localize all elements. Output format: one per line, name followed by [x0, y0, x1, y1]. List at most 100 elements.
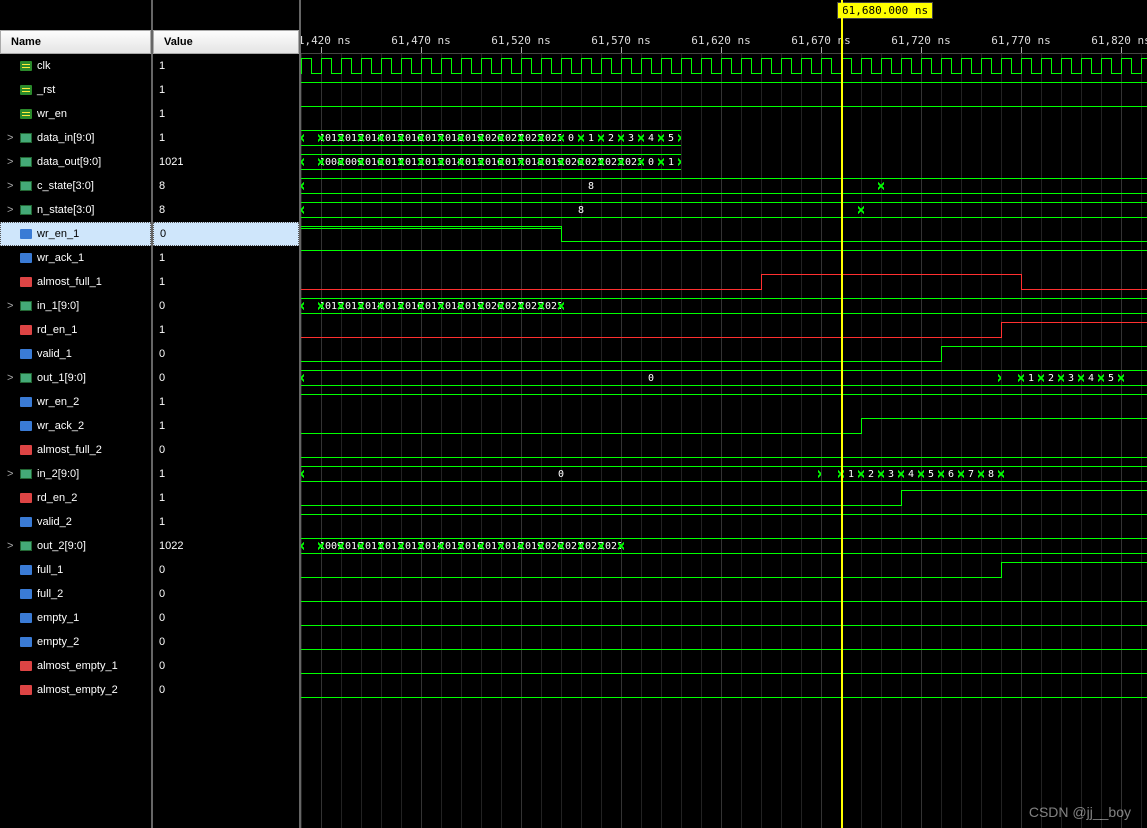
signal-value[interactable]: 0	[153, 222, 299, 246]
signal-name-row[interactable]: wr_en_1	[0, 222, 151, 246]
signal-value[interactable]: 1	[153, 54, 299, 78]
signal-name-row[interactable]: >c_state[3:0]	[0, 174, 151, 198]
signal-value[interactable]: 0	[153, 558, 299, 582]
wave-row[interactable]	[301, 678, 1147, 702]
cursor-line[interactable]	[841, 0, 843, 828]
tick-label: 61,820 ns	[1091, 34, 1147, 47]
signal-value[interactable]: 0	[153, 582, 299, 606]
wave-row[interactable]	[301, 78, 1147, 102]
signal-value[interactable]: 1	[153, 126, 299, 150]
signal-name-row[interactable]: >data_in[9:0]	[0, 126, 151, 150]
signal-name-row[interactable]: almost_empty_1	[0, 654, 151, 678]
time-ruler[interactable]: 61,420 ns61,470 ns61,520 ns61,570 ns61,6…	[301, 30, 1147, 54]
wave-row[interactable]	[301, 102, 1147, 126]
wave-row[interactable]: 1009101010111012101310141015101610171018…	[301, 534, 1147, 558]
signal-value[interactable]: 1	[153, 486, 299, 510]
cursor-label[interactable]: 61,680.000 ns	[837, 2, 933, 19]
signal-value[interactable]: 0	[153, 366, 299, 390]
signal-value[interactable]: 8	[153, 174, 299, 198]
signal-name-row[interactable]: >in_2[9:0]	[0, 462, 151, 486]
signal-name-row[interactable]: valid_1	[0, 342, 151, 366]
signal-name-row[interactable]: almost_empty_2	[0, 678, 151, 702]
wave-row[interactable]	[301, 582, 1147, 606]
wave-header: 61,420 ns61,470 ns61,520 ns61,570 ns61,6…	[301, 0, 1147, 54]
signal-name-row[interactable]: empty_1	[0, 606, 151, 630]
signal-value[interactable]: 0	[153, 606, 299, 630]
signal-name-row[interactable]: >out_1[9:0]	[0, 366, 151, 390]
expand-toggle[interactable]: >	[7, 300, 17, 312]
value-header[interactable]: Value	[153, 30, 299, 54]
signal-value[interactable]: 1	[153, 78, 299, 102]
signal-value[interactable]: 0	[153, 630, 299, 654]
signal-name-row[interactable]: wr_en_2	[0, 390, 151, 414]
signal-value[interactable]: 1	[153, 102, 299, 126]
signal-name-row[interactable]: almost_full_2	[0, 438, 151, 462]
signal-name-row[interactable]: rd_en_1	[0, 318, 151, 342]
signal-value[interactable]: 0	[153, 678, 299, 702]
wave-row[interactable]: 1008100910101011101210131014101510161017…	[301, 150, 1147, 174]
signal-value[interactable]: 1	[153, 390, 299, 414]
signal-value[interactable]: 1	[153, 510, 299, 534]
wave-row[interactable]: 1012101310141015101610171018101910201021…	[301, 126, 1147, 150]
signal-name-row[interactable]: almost_full_1	[0, 270, 151, 294]
signal-value[interactable]: 1	[153, 318, 299, 342]
expand-toggle[interactable]: >	[7, 204, 17, 216]
signal-value[interactable]: 0	[153, 438, 299, 462]
wave-row[interactable]	[301, 342, 1147, 366]
wave-row[interactable]: 012345	[301, 366, 1147, 390]
wave-row[interactable]	[301, 654, 1147, 678]
bus-icon	[19, 179, 33, 193]
signal-value[interactable]: 1	[153, 462, 299, 486]
signal-value[interactable]: 1022	[153, 534, 299, 558]
wave-row[interactable]	[301, 318, 1147, 342]
wave-row[interactable]: 1012101310141015101610171018101910201021…	[301, 294, 1147, 318]
signal-name-row[interactable]: full_2	[0, 582, 151, 606]
signal-value[interactable]: 0	[153, 294, 299, 318]
signal-name-row[interactable]: clk	[0, 54, 151, 78]
expand-toggle[interactable]: >	[7, 540, 17, 552]
signal-name-row[interactable]: wr_en	[0, 102, 151, 126]
signal-name-row[interactable]: >n_state[3:0]	[0, 198, 151, 222]
signal-name-row[interactable]: empty_2	[0, 630, 151, 654]
signal-name-row[interactable]: full_1	[0, 558, 151, 582]
signal-value[interactable]: 0	[153, 342, 299, 366]
signal-value[interactable]: 1021	[153, 150, 299, 174]
wave-row[interactable]	[301, 414, 1147, 438]
signal-name-row[interactable]: wr_ack_2	[0, 414, 151, 438]
signal-value[interactable]: 8	[153, 198, 299, 222]
signal-name-row[interactable]: rd_en_2	[0, 486, 151, 510]
signal-name-row[interactable]: valid_2	[0, 510, 151, 534]
signal-value[interactable]: 1	[153, 414, 299, 438]
signal-name-row[interactable]: >in_1[9:0]	[0, 294, 151, 318]
bus-value: 4	[641, 130, 661, 146]
wave-row[interactable]	[301, 54, 1147, 78]
wave-row[interactable]: 8	[301, 174, 1147, 198]
wave-row[interactable]	[301, 558, 1147, 582]
signal-name-row[interactable]: >data_out[9:0]	[0, 150, 151, 174]
expand-toggle[interactable]: >	[7, 132, 17, 144]
waveform-panel[interactable]: 61,420 ns61,470 ns61,520 ns61,570 ns61,6…	[301, 0, 1147, 828]
wave-row[interactable]	[301, 270, 1147, 294]
signal-name-row[interactable]: wr_ack_1	[0, 246, 151, 270]
signal-name-row[interactable]: >out_2[9:0]	[0, 534, 151, 558]
wave-row[interactable]	[301, 510, 1147, 534]
signal-name-row[interactable]: _rst	[0, 78, 151, 102]
wave-row[interactable]	[301, 486, 1147, 510]
signal-value[interactable]: 0	[153, 654, 299, 678]
expand-toggle[interactable]: >	[7, 372, 17, 384]
expand-toggle[interactable]: >	[7, 180, 17, 192]
wave-row[interactable]	[301, 390, 1147, 414]
wave-row[interactable]	[301, 630, 1147, 654]
signal-name: almost_full_2	[37, 444, 102, 456]
wave-row[interactable]	[301, 222, 1147, 246]
expand-toggle[interactable]: >	[7, 156, 17, 168]
wave-row[interactable]: 8	[301, 198, 1147, 222]
wave-row[interactable]	[301, 438, 1147, 462]
signal-value[interactable]: 1	[153, 246, 299, 270]
name-header[interactable]: Name	[0, 30, 151, 54]
wave-row[interactable]: 012345678	[301, 462, 1147, 486]
expand-toggle[interactable]: >	[7, 468, 17, 480]
signal-value[interactable]: 1	[153, 270, 299, 294]
wave-row[interactable]	[301, 606, 1147, 630]
wave-row[interactable]	[301, 246, 1147, 270]
